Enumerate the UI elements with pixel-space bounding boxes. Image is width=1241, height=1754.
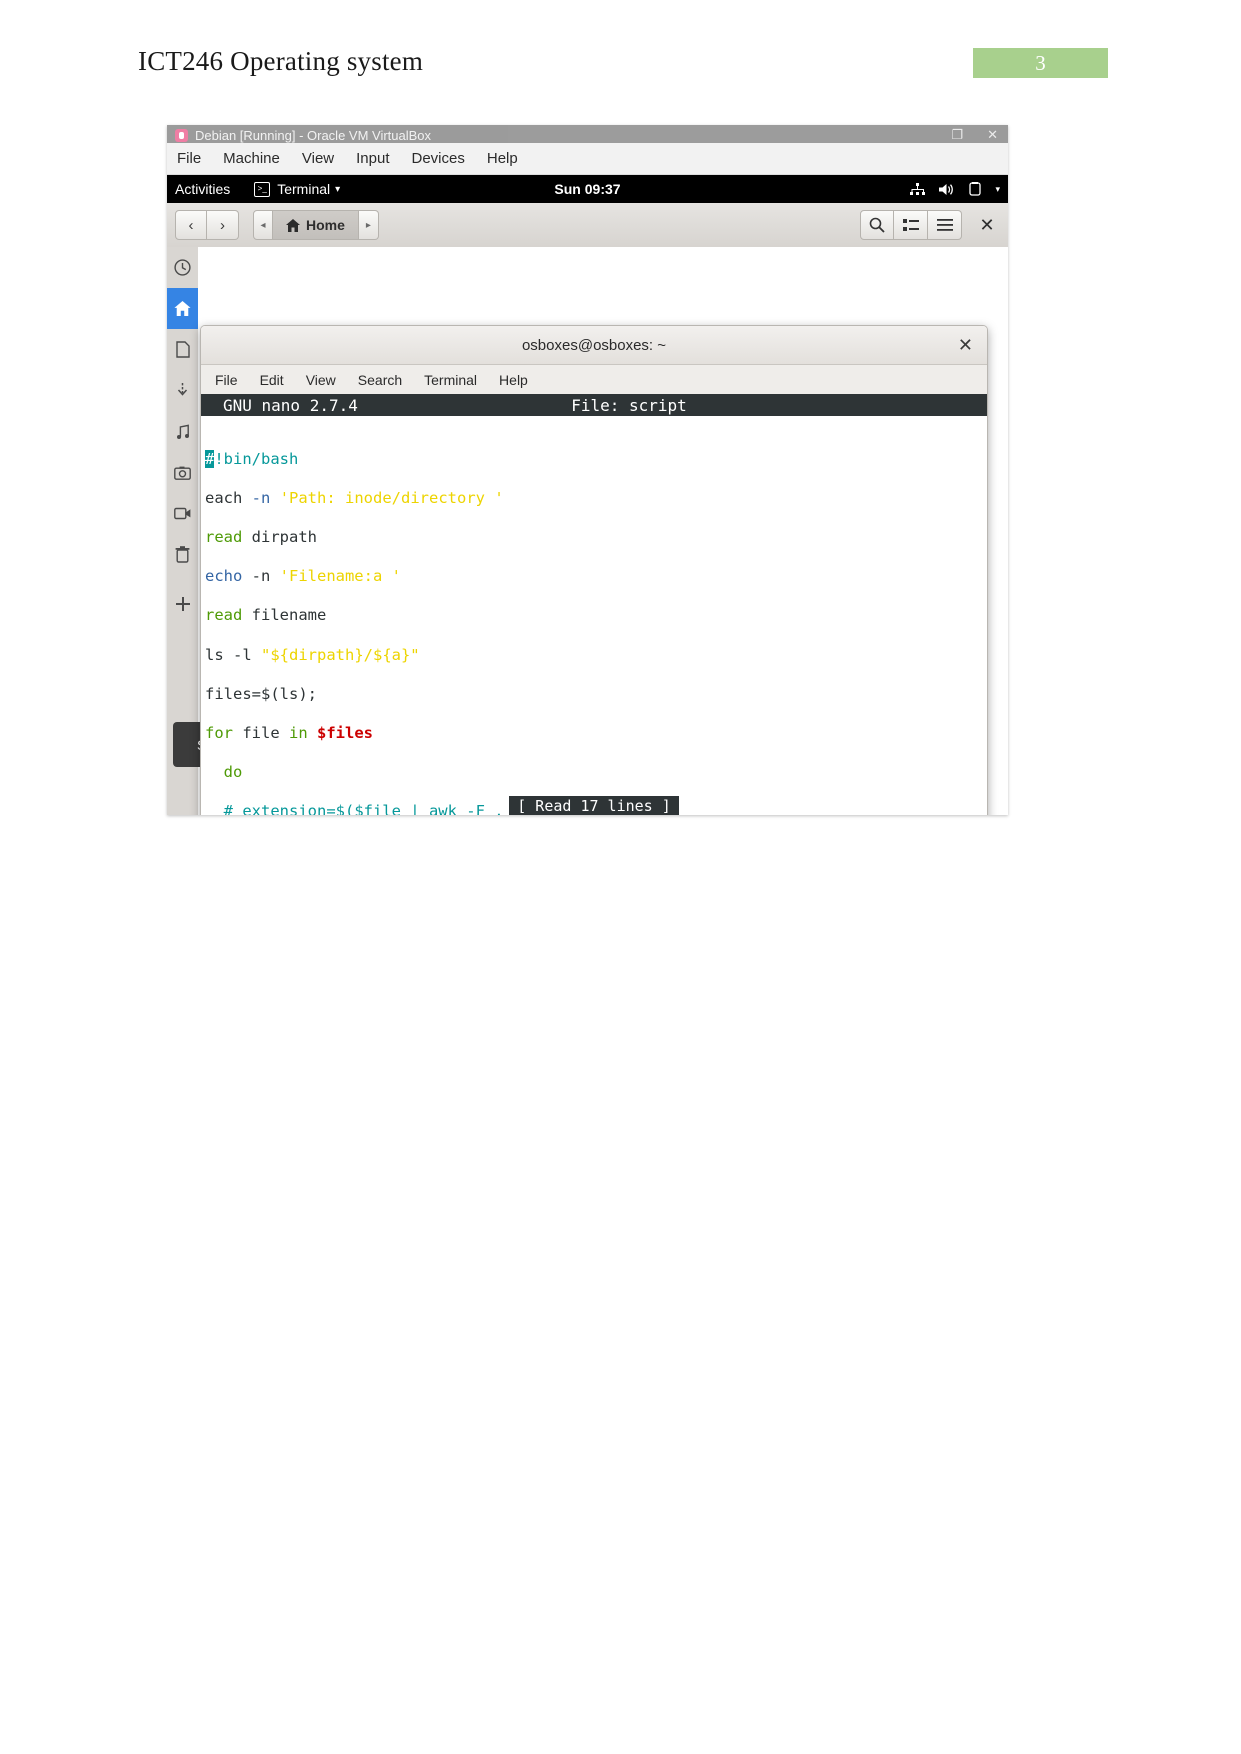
sidebar-item-home[interactable] [167,288,198,329]
volume-icon [939,183,954,195]
close-icon[interactable]: ✕ [972,210,1002,240]
page-number-badge: 3 [973,48,1108,78]
search-icon[interactable] [860,210,894,240]
breadcrumb-item-home[interactable]: Home [273,210,359,240]
window-controls[interactable]: ❐ ✕ [951,127,998,143]
sidebar-item-downloads[interactable] [167,370,198,411]
activities-button[interactable]: Activities [175,181,230,197]
terminal-window: osboxes@osboxes: ~ ✕ File Edit View Sear… [200,325,988,815]
page-number: 3 [1035,51,1046,75]
battery-icon [969,182,982,196]
virtualbox-menu-bar[interactable]: File Machine View Input Devices Help [167,143,1008,175]
terminal-menu-search[interactable]: Search [358,372,402,388]
embedded-screenshot: Debian [Running] - Oracle VM VirtualBox … [167,125,1008,815]
chevron-down-icon[interactable]: ▾ [995,184,1000,195]
code-line: #!bin/bash [205,449,299,468]
terminal-title: osboxes@osboxes: ~ [521,336,667,354]
sidebar-item-recent[interactable] [167,247,198,288]
nano-filename: File: script [571,395,687,415]
page-title: ICT246 Operating system [138,46,424,76]
code-line: echo -n 'Filename:a ' [205,567,401,586]
document-header: ICT246 Operating system 3 [0,0,1241,110]
breadcrumb-next-arrow[interactable]: ▸ [358,210,379,240]
virtualbox-title-bar: Debian [Running] - Oracle VM VirtualBox … [167,125,1008,143]
virtualbox-window-title: Debian [Running] - Oracle VM VirtualBox [195,128,432,143]
code-line: for file in $files [205,723,374,742]
sidebar-item-add[interactable] [167,583,198,624]
restore-icon[interactable]: ❐ [951,127,963,143]
terminal-menu-file[interactable]: File [215,372,238,388]
sidebar-item-music[interactable] [167,411,198,452]
menu-item-file[interactable]: File [177,150,201,167]
terminal-menu-bar[interactable]: File Edit View Search Terminal Help [201,365,987,395]
terminal-menu-edit[interactable]: Edit [260,372,284,388]
system-status-area[interactable]: ▾ [910,182,1000,196]
breadcrumb-prev-arrow[interactable]: ◂ [253,210,273,240]
terminal-title-bar: osboxes@osboxes: ~ ✕ [201,326,987,365]
code-line: do [223,763,243,782]
gnome-top-bar: Activities >_ Terminal ▾ Sun 09:37 ▾ [167,175,1008,203]
menu-item-help[interactable]: Help [487,150,518,167]
code-line: ls -l "${dirpath}/${a}" [205,645,420,664]
breadcrumb[interactable]: ◂ Home ▸ [253,210,379,240]
chevron-down-icon: ▾ [335,183,341,195]
navigation-buttons[interactable]: ‹ › [175,210,239,240]
sidebar-item-pictures[interactable] [167,452,198,493]
sidebar-item-documents[interactable] [167,329,198,370]
home-icon [286,218,300,232]
close-icon[interactable]: ✕ [987,127,998,143]
menu-item-view[interactable]: View [302,150,334,167]
list-view-icon[interactable] [894,210,928,240]
terminal-menu-help[interactable]: Help [499,372,528,388]
nano-status-message: [ Read 17 lines ] [201,796,987,815]
close-icon[interactable]: ✕ [958,336,973,354]
files-header-bar: ‹ › ◂ Home ▸ ✕ [167,203,1008,248]
app-menu-terminal[interactable]: >_ Terminal ▾ [254,181,340,197]
virtualbox-logo-icon [175,129,188,142]
nano-editor[interactable]: GNU nano 2.7.4 File: script #!bin/bash e… [201,394,987,815]
breadcrumb-home-label: Home [306,217,345,233]
hamburger-menu-icon[interactable] [928,210,962,240]
terminal-menu-terminal[interactable]: Terminal [424,372,477,388]
code-line: files=$(ls); [205,684,317,703]
terminal-menu-view[interactable]: View [306,372,336,388]
network-icon [910,182,926,195]
app-menu-label: Terminal [277,181,331,197]
code-line: each -n 'Path: inode/directory ' [205,488,504,507]
nano-text-area[interactable]: #!bin/bash each -n 'Path: inode/director… [201,416,987,815]
sidebar-item-videos[interactable] [167,493,198,534]
terminal-icon: >_ [254,181,271,197]
forward-button[interactable]: › [207,210,239,240]
sidebar-item-trash[interactable] [167,534,198,575]
menu-item-input[interactable]: Input [356,150,389,167]
menu-item-machine[interactable]: Machine [223,150,280,167]
back-button[interactable]: ‹ [175,210,207,240]
files-window: ‹ › ◂ Home ▸ ✕ osboxes@osboxes: ~ ✕ File… [167,203,1008,815]
nano-title-bar: GNU nano 2.7.4 File: script [201,394,987,416]
code-line: read filename [205,606,327,625]
menu-item-devices[interactable]: Devices [412,150,465,167]
code-line: read dirpath [205,527,317,546]
files-toolbar[interactable]: ✕ [860,210,1002,240]
nano-status-text: [ Read 17 lines ] [509,796,679,815]
